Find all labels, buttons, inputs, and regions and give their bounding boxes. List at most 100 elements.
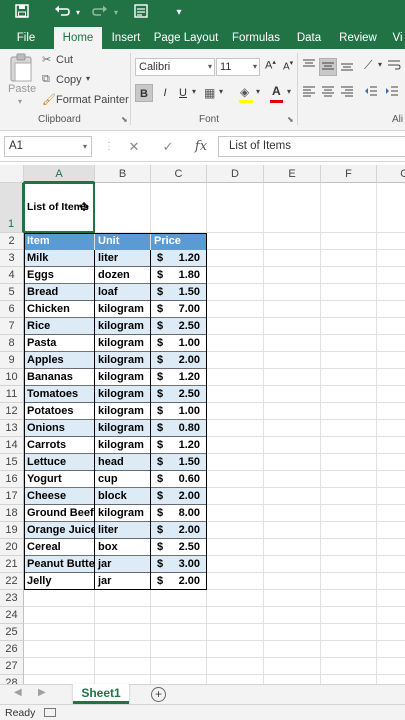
table-cell-unit[interactable]: box — [95, 539, 150, 556]
table-cell-price[interactable]: $2.00 — [151, 488, 206, 505]
row-header-12[interactable]: 12 — [0, 403, 24, 420]
table-cell-unit[interactable]: kilogram — [95, 386, 150, 403]
row-header-19[interactable]: 19 — [0, 522, 24, 539]
row-header-17[interactable]: 17 — [0, 488, 24, 505]
table-cell-price[interactable]: $1.00 — [151, 335, 206, 352]
table-cell-item[interactable]: Milk — [24, 250, 94, 267]
table-cell-price[interactable]: $1.20 — [151, 437, 206, 454]
table-cell-item[interactable]: Apples — [24, 352, 94, 369]
align-top-icon[interactable] — [300, 58, 318, 76]
row-header-8[interactable]: 8 — [0, 335, 24, 352]
paste-icon[interactable] — [7, 53, 35, 83]
tab-review[interactable]: Review — [337, 27, 379, 49]
macro-recording-icon[interactable] — [44, 708, 56, 717]
fill-color-icon[interactable]: ◈ — [240, 85, 249, 99]
worksheet-grid[interactable]: A B C D E F G 1 2 3 4 5 6 7 8 9 10 11 12 13 14 15 16 17 18 19 20 21… — [0, 165, 405, 684]
chevron-down-icon[interactable]: ▾ — [111, 3, 121, 23]
table-cell-price[interactable]: $2.00 — [151, 573, 206, 590]
table-cell-item[interactable]: Cereal — [24, 539, 94, 556]
orientation-icon[interactable]: ⟋ — [364, 58, 372, 73]
increase-font-size-icon[interactable]: A▴ — [265, 58, 276, 72]
font-size-select[interactable]: 11 ▾ — [216, 58, 260, 76]
table-cell-unit[interactable]: kilogram — [95, 352, 150, 369]
table-cell-unit[interactable]: head — [95, 454, 150, 471]
table-cell-price[interactable]: $8.00 — [151, 505, 206, 522]
row-header-23[interactable]: 23 — [0, 590, 24, 607]
italic-button[interactable]: I — [156, 84, 174, 102]
dialog-launcher-icon[interactable]: ⬊ — [121, 115, 128, 124]
table-cell-price[interactable]: $3.00 — [151, 556, 206, 573]
underline-button[interactable]: U — [174, 84, 192, 102]
table-cell-item[interactable]: Onions — [24, 420, 94, 437]
table-cell-item[interactable]: Peanut Butter — [24, 556, 94, 573]
formula-input[interactable]: List of Items — [218, 136, 405, 157]
table-cell-unit[interactable]: liter — [95, 522, 150, 539]
table-cell-unit[interactable]: kilogram — [95, 318, 150, 335]
column-header-e[interactable]: E — [264, 165, 321, 183]
row-header-2[interactable]: 2 — [0, 233, 24, 250]
row-header-1[interactable]: 1 — [0, 183, 24, 233]
row-header-6[interactable]: 6 — [0, 301, 24, 318]
table-header-unit[interactable]: Unit — [95, 233, 150, 250]
paste-button[interactable]: Paste — [8, 83, 36, 95]
table-cell-unit[interactable]: liter — [95, 250, 150, 267]
table-cell-unit[interactable]: kilogram — [95, 301, 150, 318]
table-cell-item[interactable]: Pasta — [24, 335, 94, 352]
table-cell-unit[interactable]: kilogram — [95, 335, 150, 352]
table-cell-item[interactable]: Bread — [24, 284, 94, 301]
table-cell-unit[interactable]: kilogram — [95, 369, 150, 386]
font-color-icon[interactable]: A — [272, 84, 281, 98]
increase-indent-icon[interactable] — [383, 84, 401, 102]
format-painter-button[interactable]: Format Painter — [56, 94, 129, 106]
table-cell-unit[interactable]: kilogram — [95, 403, 150, 420]
chevron-down-icon[interactable]: ▾ — [86, 74, 90, 83]
tab-home[interactable]: Home — [54, 27, 102, 49]
table-cell-price[interactable]: $7.00 — [151, 301, 206, 318]
column-header-c[interactable]: C — [151, 165, 207, 183]
tab-insert[interactable]: Insert — [108, 27, 144, 49]
table-cell-price[interactable]: $2.50 — [151, 539, 206, 556]
row-header-25[interactable]: 25 — [0, 624, 24, 641]
column-header-d[interactable]: D — [207, 165, 264, 183]
tab-data[interactable]: Data — [293, 27, 325, 49]
column-header-a[interactable]: A — [24, 165, 95, 183]
cancel-icon[interactable]: ✕ — [124, 136, 144, 157]
column-header-b[interactable]: B — [95, 165, 151, 183]
align-left-icon[interactable] — [300, 84, 318, 102]
table-cell-item[interactable]: Yogurt — [24, 471, 94, 488]
customize-toolbar-icon[interactable]: ▾ — [172, 3, 186, 23]
row-header-4[interactable]: 4 — [0, 267, 24, 284]
row-header-7[interactable]: 7 — [0, 318, 24, 335]
table-cell-item[interactable]: Chicken — [24, 301, 94, 318]
table-header-price[interactable]: Price — [151, 233, 206, 250]
column-header-g[interactable]: G — [377, 165, 405, 183]
tab-view[interactable]: Vi — [390, 27, 405, 49]
table-cell-price[interactable]: $2.50 — [151, 318, 206, 335]
chevron-down-icon[interactable]: ▾ — [192, 87, 196, 96]
row-header-13[interactable]: 13 — [0, 420, 24, 437]
table-cell-price[interactable]: $1.80 — [151, 267, 206, 284]
bold-button[interactable]: B — [135, 84, 153, 102]
decrease-indent-icon[interactable] — [362, 84, 380, 102]
row-header-15[interactable]: 15 — [0, 454, 24, 471]
tab-formulas[interactable]: Formulas — [229, 27, 283, 49]
table-cell-price[interactable]: $1.50 — [151, 454, 206, 471]
column-header-f[interactable]: F — [321, 165, 377, 183]
chevron-down-icon[interactable]: ▾ — [18, 97, 22, 106]
row-header-9[interactable]: 9 — [0, 352, 24, 369]
chevron-down-icon[interactable]: ▾ — [73, 3, 83, 23]
table-cell-item[interactable]: Orange Juice — [24, 522, 94, 539]
undo-icon[interactable] — [52, 3, 72, 23]
wrap-text-icon[interactable] — [385, 58, 403, 76]
row-header-20[interactable]: 20 — [0, 539, 24, 556]
table-cell-item[interactable]: Potatoes — [24, 403, 94, 420]
table-cell-item[interactable]: Rice — [24, 318, 94, 335]
table-cell-price[interactable]: $2.50 — [151, 386, 206, 403]
table-cell-item[interactable]: Tomatoes — [24, 386, 94, 403]
save-icon[interactable] — [12, 3, 32, 23]
table-cell-price[interactable]: $1.00 — [151, 403, 206, 420]
table-cell-unit[interactable]: cup — [95, 471, 150, 488]
table-cell-price[interactable]: $0.80 — [151, 420, 206, 437]
align-right-icon[interactable] — [338, 84, 356, 102]
row-header-22[interactable]: 22 — [0, 573, 24, 590]
